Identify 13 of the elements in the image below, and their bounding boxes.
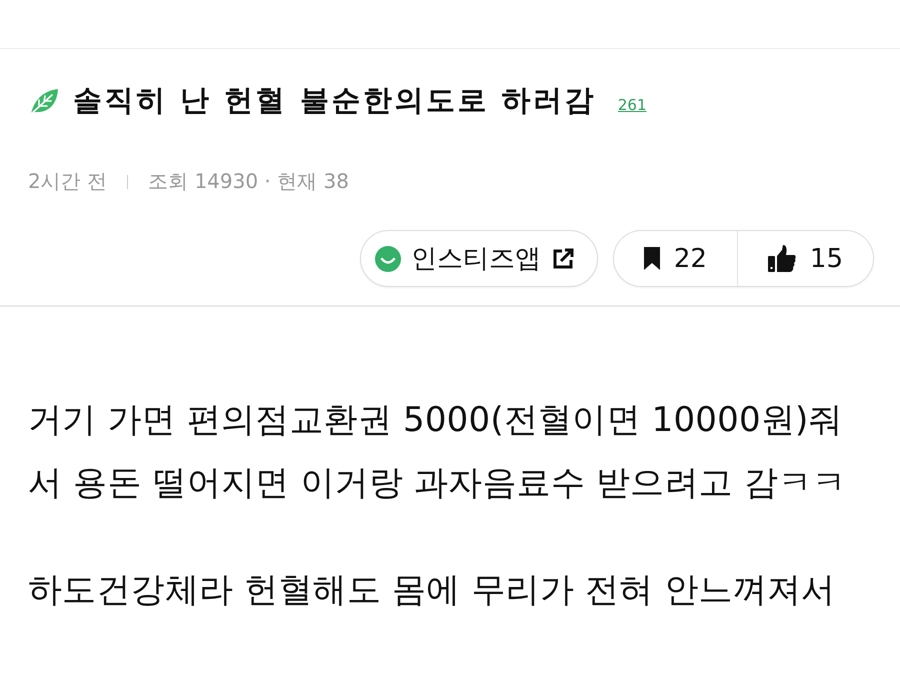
view-count: 조회 14930 · 현재 38 — [148, 168, 349, 195]
app-link-button[interactable]: 인스티즈앱 — [360, 230, 598, 287]
thumbs-up-icon — [768, 245, 796, 272]
bookmark-button[interactable]: 22 — [614, 231, 737, 286]
smiley-icon — [374, 246, 401, 272]
bookmark-icon — [644, 247, 660, 270]
leaf-icon — [28, 86, 59, 116]
post-time: 2시간 전 — [28, 168, 108, 195]
like-button[interactable]: 15 — [736, 231, 873, 286]
post-title: 솔직히 난 헌혈 불순한의도로 하러감 — [73, 82, 596, 119]
body-paragraph: 하도건강체라 헌혈해도 몸에 무리가 전혀 안느껴져서 — [28, 569, 836, 612]
external-link-icon — [550, 246, 575, 270]
body-paragraph: 거기 가면 편의점교환권 5000(전혈이면 10000원)줘서 용돈 떨어지면 이거랑 과자음료수 받으려고 감ㅋㅋ — [28, 399, 848, 505]
